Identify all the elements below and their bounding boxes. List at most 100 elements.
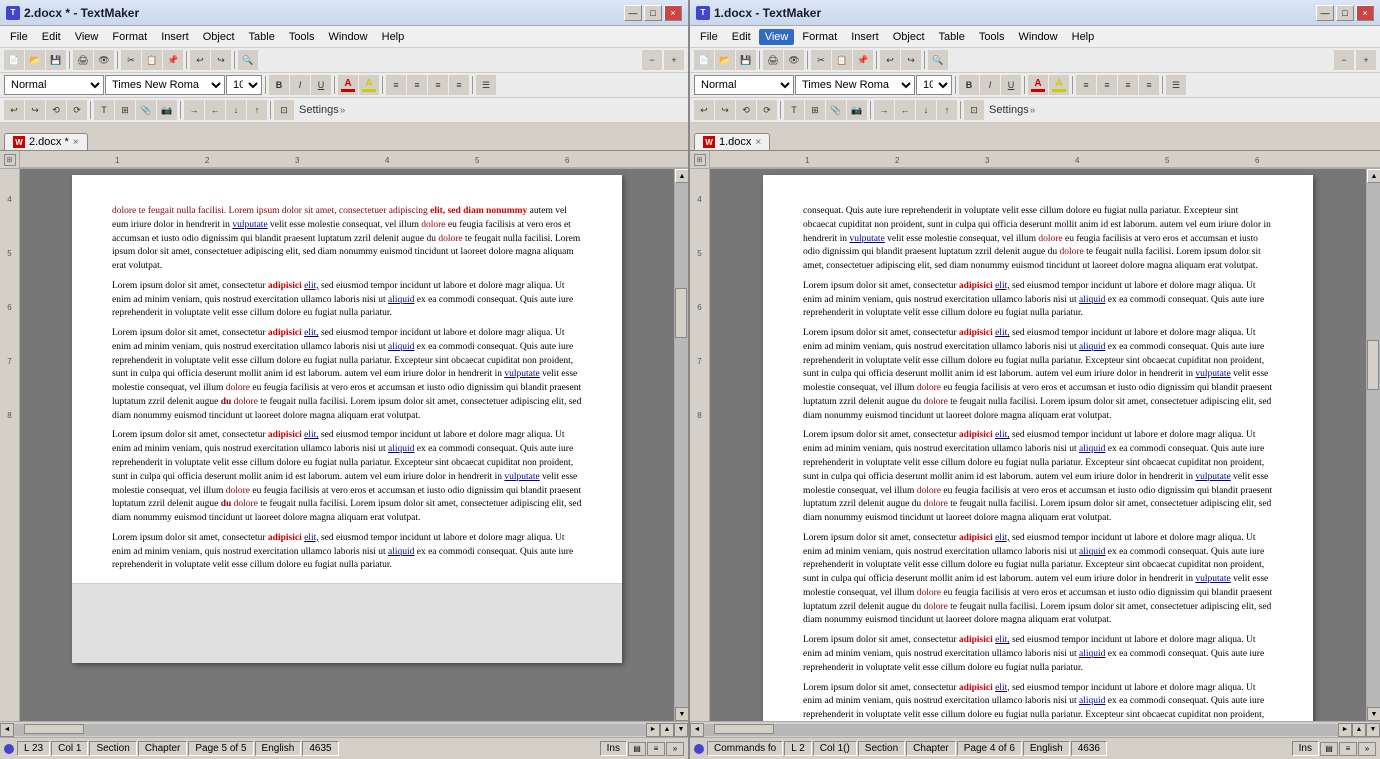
left-tb3-btn6[interactable]: ⊞ xyxy=(115,100,135,120)
right-btn-undo[interactable]: ↩ xyxy=(880,50,900,70)
right-hscroll-thumb[interactable] xyxy=(714,724,774,734)
right-status-view3[interactable]: » xyxy=(1358,742,1376,756)
right-status-view2[interactable]: ≡ xyxy=(1339,742,1357,756)
left-status-view2[interactable]: ≡ xyxy=(647,742,665,756)
left-page-prev[interactable]: ▲ xyxy=(660,723,674,737)
right-italic-btn[interactable]: I xyxy=(980,75,1000,95)
left-btn-zoom-out[interactable]: − xyxy=(642,50,662,70)
left-tb3-btn1[interactable]: ↩ xyxy=(4,100,24,120)
left-tb3-btn5[interactable]: T xyxy=(94,100,114,120)
right-btn-zoom-in[interactable]: + xyxy=(1356,50,1376,70)
right-btn-preview[interactable]: 👁 xyxy=(784,50,804,70)
left-menu-tools[interactable]: Tools xyxy=(283,29,321,45)
right-page-prev[interactable]: ▲ xyxy=(1352,723,1366,737)
right-bold-btn[interactable]: B xyxy=(959,75,979,95)
right-btn-find[interactable]: 🔍 xyxy=(928,50,948,70)
right-tb3-btn13[interactable]: ⊡ xyxy=(964,100,984,120)
right-tb3-btn8[interactable]: 📷 xyxy=(847,100,867,120)
left-font-dropdown[interactable]: Times New Roma xyxy=(105,75,225,95)
left-btn-new[interactable]: 📄 xyxy=(4,50,24,70)
right-tb3-btn5[interactable]: T xyxy=(784,100,804,120)
right-align-left-btn[interactable]: ≡ xyxy=(1076,75,1096,95)
left-btn-copy[interactable]: 📋 xyxy=(142,50,162,70)
left-bold-btn[interactable]: B xyxy=(269,75,289,95)
left-scroll-thumb[interactable] xyxy=(675,288,687,338)
right-btn-new[interactable]: 📄 xyxy=(694,50,714,70)
right-btn-zoom-out[interactable]: − xyxy=(1334,50,1354,70)
left-color-btn[interactable]: A xyxy=(338,75,358,95)
left-underline-btn[interactable]: U xyxy=(311,75,331,95)
right-btn-copy[interactable]: 📋 xyxy=(832,50,852,70)
left-btn-save[interactable]: 💾 xyxy=(46,50,66,70)
left-btn-preview[interactable]: 👁 xyxy=(94,50,114,70)
right-tb3-btn9[interactable]: → xyxy=(874,100,894,120)
right-underline-btn[interactable]: U xyxy=(1001,75,1021,95)
right-highlight-btn[interactable]: A xyxy=(1049,75,1069,95)
left-menu-window[interactable]: Window xyxy=(323,29,374,45)
left-menu-file[interactable]: File xyxy=(4,29,34,45)
right-menu-window[interactable]: Window xyxy=(1013,29,1064,45)
right-btn-cut[interactable]: ✂ xyxy=(811,50,831,70)
left-btn-undo[interactable]: ↩ xyxy=(190,50,210,70)
right-menu-object[interactable]: Object xyxy=(887,29,931,45)
left-align-left-btn[interactable]: ≡ xyxy=(386,75,406,95)
right-align-right-btn[interactable]: ≡ xyxy=(1118,75,1138,95)
right-font-dropdown[interactable]: Times New Roma xyxy=(795,75,915,95)
left-maximize-btn[interactable]: □ xyxy=(644,5,662,21)
left-hscroll-left[interactable]: ◄ xyxy=(0,723,14,737)
right-btn-paste[interactable]: 📌 xyxy=(853,50,873,70)
left-tb3-btn2[interactable]: ↪ xyxy=(25,100,45,120)
left-hscroll-right[interactable]: ► xyxy=(646,723,660,737)
left-title-buttons[interactable]: — □ × xyxy=(624,5,682,21)
left-page-next[interactable]: ▼ xyxy=(674,723,688,737)
left-hscroll-track[interactable] xyxy=(14,724,646,736)
right-hscroll-left[interactable]: ◄ xyxy=(690,723,704,737)
right-tab[interactable]: W 1.docx × xyxy=(694,133,770,150)
left-tb3-btn11[interactable]: ↓ xyxy=(226,100,246,120)
left-menu-view[interactable]: View xyxy=(69,29,105,45)
left-tb3-btn7[interactable]: 📎 xyxy=(136,100,156,120)
right-btn-save[interactable]: 💾 xyxy=(736,50,756,70)
right-btn-redo[interactable]: ↪ xyxy=(901,50,921,70)
right-menu-help[interactable]: Help xyxy=(1066,29,1101,45)
left-menu-format[interactable]: Format xyxy=(106,29,153,45)
left-status-view3[interactable]: » xyxy=(666,742,684,756)
left-btn-open[interactable]: 📂 xyxy=(25,50,45,70)
right-tb3-btn12[interactable]: ↑ xyxy=(937,100,957,120)
right-menu-insert[interactable]: Insert xyxy=(845,29,885,45)
right-page-scroll[interactable]: consequat. Quis aute iure reprehenderit … xyxy=(710,169,1366,721)
left-menu-help[interactable]: Help xyxy=(376,29,411,45)
left-ruler-corner-icon[interactable]: ⊞ xyxy=(4,154,16,166)
left-list-btn[interactable]: ☰ xyxy=(476,75,496,95)
left-align-justify-btn[interactable]: ≡ xyxy=(449,75,469,95)
right-color-btn[interactable]: A xyxy=(1028,75,1048,95)
right-close-btn[interactable]: × xyxy=(1356,5,1374,21)
left-close-btn[interactable]: × xyxy=(664,5,682,21)
left-btn-find[interactable]: 🔍 xyxy=(238,50,258,70)
left-menu-table[interactable]: Table xyxy=(243,29,281,45)
left-status-view1[interactable]: ▤ xyxy=(628,742,646,756)
left-scroll-track[interactable] xyxy=(675,183,688,707)
left-style-dropdown[interactable]: Normal xyxy=(4,75,104,95)
right-maximize-btn[interactable]: □ xyxy=(1336,5,1354,21)
right-align-center-btn[interactable]: ≡ xyxy=(1097,75,1117,95)
right-hscroll-right[interactable]: ► xyxy=(1338,723,1352,737)
left-page-scroll[interactable]: dolore te feugait nulla facilisi. Lorem … xyxy=(20,169,674,721)
left-btn-zoom-in[interactable]: + xyxy=(664,50,684,70)
right-tb3-btn10[interactable]: ← xyxy=(895,100,915,120)
left-tb3-btn4[interactable]: ⟳ xyxy=(67,100,87,120)
right-tb3-btn6[interactable]: ⊞ xyxy=(805,100,825,120)
right-list-btn[interactable]: ☰ xyxy=(1166,75,1186,95)
right-tb3-btn11[interactable]: ↓ xyxy=(916,100,936,120)
left-btn-cut[interactable]: ✂ xyxy=(121,50,141,70)
left-tab[interactable]: W 2.docx * × xyxy=(4,133,88,150)
right-tb3-btn3[interactable]: ⟲ xyxy=(736,100,756,120)
left-tb3-btn10[interactable]: ← xyxy=(205,100,225,120)
right-minimize-btn[interactable]: — xyxy=(1316,5,1334,21)
right-tb3-btn2[interactable]: ↪ xyxy=(715,100,735,120)
left-btn-print[interactable]: 🖨 xyxy=(73,50,93,70)
right-align-justify-btn[interactable]: ≡ xyxy=(1139,75,1159,95)
left-minimize-btn[interactable]: — xyxy=(624,5,642,21)
left-size-dropdown[interactable]: 10 xyxy=(226,75,262,95)
right-menu-table[interactable]: Table xyxy=(933,29,971,45)
